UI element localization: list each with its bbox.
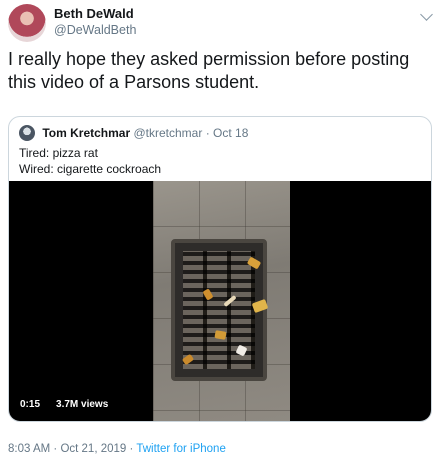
quoted-handle[interactable]: @tkretchmar <box>133 126 202 140</box>
author-block: Beth DeWald @DeWaldBeth <box>54 6 136 38</box>
debris-leaf <box>214 330 227 340</box>
tweet-time[interactable]: 8:03 AM <box>8 443 50 455</box>
video-player[interactable]: 0:15 3.7M views <box>9 181 431 421</box>
video-views: 3.7M views <box>51 397 114 413</box>
quoted-tweet-header: Tom Kretchmar @tkretchmar · Oct 18 <box>19 125 248 141</box>
quoted-line: Wired: cigarette cockroach <box>19 162 162 176</box>
tweet-footer: 8:03 AM · Oct 21, 2019 · Twitter for iPh… <box>8 443 226 455</box>
video-controls: 0:15 3.7M views <box>15 397 114 413</box>
quoted-avatar <box>19 125 35 141</box>
display-name[interactable]: Beth DeWald <box>54 6 136 22</box>
quoted-separator: · <box>205 126 210 140</box>
quoted-date[interactable]: Oct 18 <box>213 126 248 140</box>
footer-separator: · <box>129 443 134 455</box>
video-frame <box>153 181 290 421</box>
avatar[interactable] <box>8 4 46 42</box>
video-duration: 0:15 <box>15 397 46 413</box>
quoted-tweet[interactable]: Tom Kretchmar @tkretchmar · Oct 18 Tired… <box>8 116 432 422</box>
footer-separator: · <box>53 443 58 455</box>
handle[interactable]: @DeWaldBeth <box>54 22 136 38</box>
quoted-display-name[interactable]: Tom Kretchmar <box>42 126 130 140</box>
quoted-line: Tired: pizza rat <box>19 146 98 160</box>
chevron-down-icon[interactable] <box>420 8 433 21</box>
tweet-date[interactable]: Oct 21, 2019 <box>60 443 126 455</box>
tweet-text: I really hope they asked permission befo… <box>8 49 410 92</box>
quoted-text: Tired: pizza rat Wired: cigarette cockro… <box>19 145 161 177</box>
tweet-source[interactable]: Twitter for iPhone <box>136 443 225 455</box>
